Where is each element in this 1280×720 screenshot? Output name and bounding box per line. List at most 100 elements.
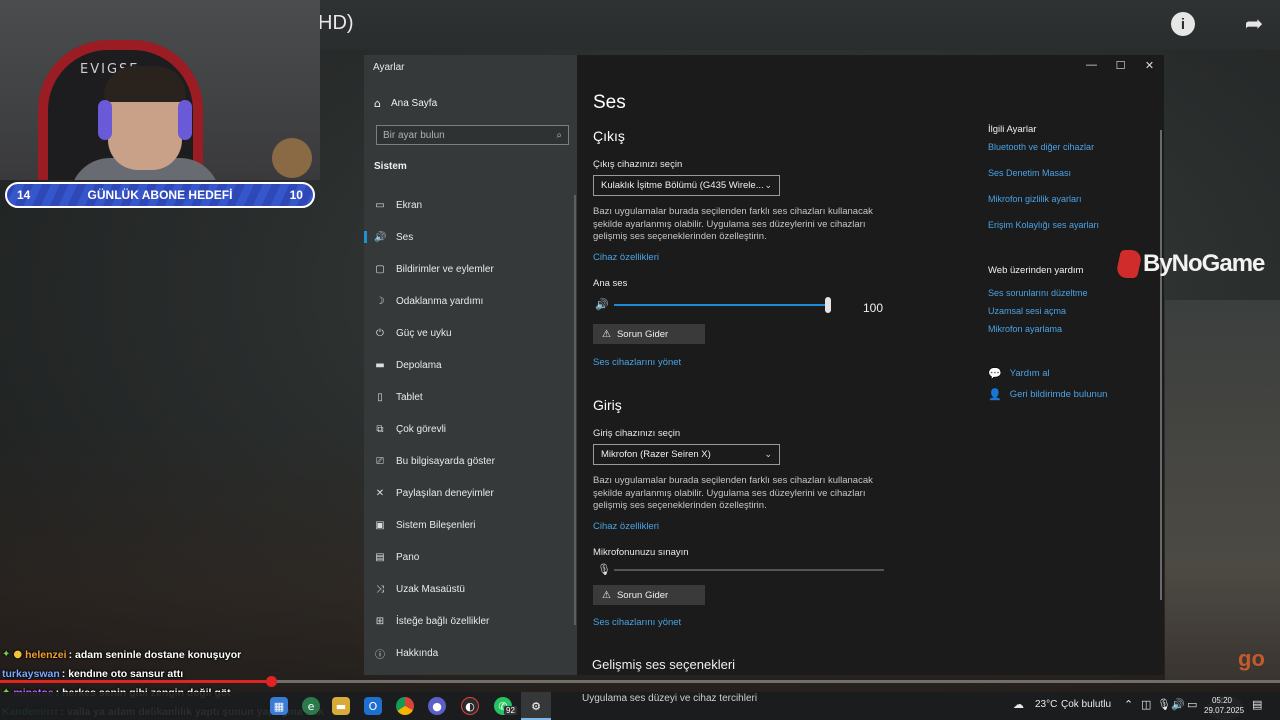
related-link-mic-privacy[interactable]: Mikrofon gizlilik ayarları bbox=[988, 194, 1082, 204]
subscriber-badge-icon: ✦ bbox=[2, 649, 11, 660]
info-icon[interactable]: i bbox=[1171, 12, 1195, 36]
settings-sidebar: Ayarlar ⌂ Ana Sayfa ⌕ Sistem ▭ Ekran 🔊 Ses ▢… bbox=[364, 55, 577, 675]
chevron-down-icon: ⌄ bbox=[764, 180, 772, 190]
goal-target: 10 bbox=[289, 188, 303, 202]
sidebar-item-label: Ses bbox=[396, 231, 414, 243]
home-icon: ⌂ bbox=[374, 97, 381, 110]
file-explorer-icon[interactable]: ▬ bbox=[332, 697, 350, 715]
outlook-icon[interactable]: O bbox=[364, 697, 382, 715]
sidebar-item-focus-assist[interactable]: ☽ Odaklanma yardımı bbox=[364, 285, 577, 317]
chevron-up-icon[interactable]: ⌃ bbox=[1124, 698, 1133, 711]
web-help-link-fix-sound[interactable]: Ses sorunlarını düzeltme bbox=[988, 288, 1088, 298]
get-help-label: Yardım al bbox=[1009, 368, 1050, 379]
output-device-value: Kulaklık İşitme Bölümü (G435 Wirele... bbox=[601, 180, 764, 191]
focus-assist-icon: ☽ bbox=[375, 295, 385, 307]
chrome-icon[interactable] bbox=[396, 697, 414, 715]
goal-current: 14 bbox=[17, 188, 31, 202]
input-heading: Giriş bbox=[593, 397, 622, 413]
input-description: Bazı uygulamalar burada seçilenden farkl… bbox=[593, 475, 873, 511]
weather-cloud-icon[interactable]: ☁ bbox=[1013, 698, 1024, 711]
search-input[interactable] bbox=[383, 129, 557, 141]
sidebar-item-projecting[interactable]: ⎚ Bu bilgisayarda göster bbox=[364, 445, 577, 477]
share-icon[interactable]: ➦ bbox=[1242, 11, 1266, 36]
sidebar-item-system-components[interactable]: ▣ Sistem Bileşenleri bbox=[364, 509, 577, 541]
input-device-dropdown[interactable]: Mikrofon (Razer Seiren X) ⌄ bbox=[593, 444, 780, 465]
sidebar-item-clipboard[interactable]: ▤ Pano bbox=[364, 541, 577, 573]
plush-toy bbox=[272, 138, 312, 178]
web-help-link-mic-setup[interactable]: Mikrofon ayarlama bbox=[988, 324, 1062, 334]
chat-message: ✦ ● helenzei: adam seninle dostane konuşuy… bbox=[2, 645, 422, 664]
sound-icon: 🔊 bbox=[374, 231, 387, 243]
content-scrollbar[interactable] bbox=[1160, 130, 1162, 600]
output-manage-devices-link[interactable]: Ses cihazlarını yönet bbox=[593, 357, 681, 368]
microphone-tray-icon[interactable]: 🎙 bbox=[1157, 698, 1171, 711]
bynogame-logo-icon bbox=[1115, 250, 1143, 278]
webcam-overlay: EVIGSE bbox=[0, 0, 320, 180]
maximize-button[interactable]: ☐ bbox=[1106, 59, 1135, 75]
volume-slider-thumb[interactable] bbox=[825, 297, 831, 313]
sidebar-item-label: Paylaşılan deneyimler bbox=[396, 487, 494, 499]
weather-condition[interactable]: Çok bulutlu bbox=[1061, 699, 1111, 710]
taskbar-app-icon[interactable]: ▦ bbox=[270, 697, 288, 715]
input-manage-devices-link[interactable]: Ses cihazlarını yönet bbox=[593, 617, 681, 628]
sidebar-item-label: Sistem Bileşenleri bbox=[396, 519, 476, 531]
related-link-sound-control-panel[interactable]: Ses Denetim Masası bbox=[988, 168, 1071, 178]
display-icon: ▭ bbox=[375, 199, 385, 211]
sidebar-scrollbar[interactable] bbox=[574, 195, 576, 625]
obs-icon[interactable]: ◐ bbox=[461, 697, 479, 715]
go-logo: go bbox=[1238, 646, 1265, 671]
output-device-properties-link[interactable]: Cihaz özellikleri bbox=[593, 252, 659, 263]
related-link-bluetooth[interactable]: Bluetooth ve diğer cihazlar bbox=[988, 142, 1094, 152]
mic-level-bar bbox=[614, 569, 884, 571]
output-device-dropdown[interactable]: Kulaklık İşitme Bölümü (G435 Wirele... ⌄ bbox=[593, 175, 780, 196]
sidebar-item-power[interactable]: ⏻ Güç ve uyku bbox=[364, 317, 577, 349]
network-icon[interactable]: ▭ bbox=[1187, 698, 1197, 711]
input-troubleshoot-label: Sorun Gider bbox=[616, 589, 669, 601]
search-icon[interactable]: ⌕ bbox=[556, 130, 562, 141]
sidebar-item-label: Bildirimler ve eylemler bbox=[396, 263, 494, 275]
sidebar-item-shared-experiences[interactable]: ✕ Paylaşılan deneyimler bbox=[364, 477, 577, 509]
sidebar-item-notifications[interactable]: ▢ Bildirimler ve eylemler bbox=[364, 253, 577, 285]
sidebar-item-tablet[interactable]: ▯ Tablet bbox=[364, 381, 577, 413]
messenger-icon[interactable]: ● bbox=[428, 697, 446, 715]
sidebar-item-label: Depolama bbox=[396, 359, 442, 371]
streamer-hair bbox=[104, 66, 186, 102]
volume-tray-icon[interactable]: 🔊 bbox=[1171, 698, 1185, 711]
get-help-link[interactable]: 💬 Yardım al bbox=[988, 367, 1050, 380]
input-device-value: Mikrofon (Razer Seiren X) bbox=[601, 449, 711, 460]
web-help-link-spatial-sound[interactable]: Uzamsal sesi açma bbox=[988, 306, 1066, 316]
settings-search[interactable]: ⌕ bbox=[376, 125, 569, 145]
weather-temperature[interactable]: 23°C bbox=[1035, 699, 1057, 710]
sidebar-item-storage[interactable]: ▬ Depolama bbox=[364, 349, 577, 381]
chat-text: : kendıne oto sansur attı bbox=[61, 667, 184, 680]
sidebar-item-remote-desktop[interactable]: ⤨ Uzak Masaüstü bbox=[364, 573, 577, 605]
sidebar-item-multitasking[interactable]: ⧉ Çok görevli bbox=[364, 413, 577, 445]
page-title: Ses bbox=[593, 92, 626, 113]
feedback-link[interactable]: 👤 Geri bildirimde bulunun bbox=[988, 388, 1107, 401]
headset-right bbox=[178, 100, 192, 140]
taskbar-clock[interactable]: 05:20 29.07.2025 bbox=[1204, 696, 1244, 716]
home-label: Ana Sayfa bbox=[390, 98, 438, 109]
meet-now-icon[interactable]: ◫ bbox=[1141, 698, 1151, 711]
input-device-label: Giriş cihazınızı seçin bbox=[593, 428, 681, 439]
clock-time: 05:20 bbox=[1211, 696, 1233, 705]
close-button[interactable]: ✕ bbox=[1135, 59, 1164, 75]
remote-desktop-icon: ⤨ bbox=[376, 583, 384, 595]
notifications-icon: ▢ bbox=[375, 263, 385, 275]
settings-content: — ☐ ✕ Ses Çıkış Çıkış cihazınızı seçin K… bbox=[577, 55, 1164, 675]
input-device-properties-link[interactable]: Cihaz özellikleri bbox=[593, 521, 659, 532]
minimize-button[interactable]: — bbox=[1077, 59, 1106, 75]
home-link[interactable]: ⌂ Ana Sayfa bbox=[374, 97, 437, 110]
edge-browser-icon[interactable]: e bbox=[302, 697, 320, 715]
speaker-icon[interactable]: 🔊 bbox=[595, 298, 609, 311]
related-link-ease-of-access[interactable]: Erişim Kolaylığı ses ayarları bbox=[988, 220, 1099, 230]
settings-gear-icon[interactable]: ⚙ bbox=[527, 697, 545, 715]
sidebar-item-display[interactable]: ▭ Ekran bbox=[364, 189, 577, 221]
sidebar-nav: ▭ Ekran 🔊 Ses ▢ Bildirimler ve eylemler ☽ Odakl… bbox=[364, 189, 577, 669]
output-troubleshoot-button[interactable]: ⚠ Sorun Gider bbox=[593, 324, 705, 344]
sidebar-item-optional-features[interactable]: ⊞ İsteğe bağlı özellikler bbox=[364, 605, 577, 637]
input-troubleshoot-button[interactable]: ⚠ Sorun Gider bbox=[593, 585, 705, 605]
output-description: Bazı uygulamalar burada seçilenden farkl… bbox=[593, 206, 873, 242]
sidebar-item-sound[interactable]: 🔊 Ses bbox=[364, 221, 577, 253]
notification-center-icon[interactable]: ▤ bbox=[1252, 698, 1262, 711]
